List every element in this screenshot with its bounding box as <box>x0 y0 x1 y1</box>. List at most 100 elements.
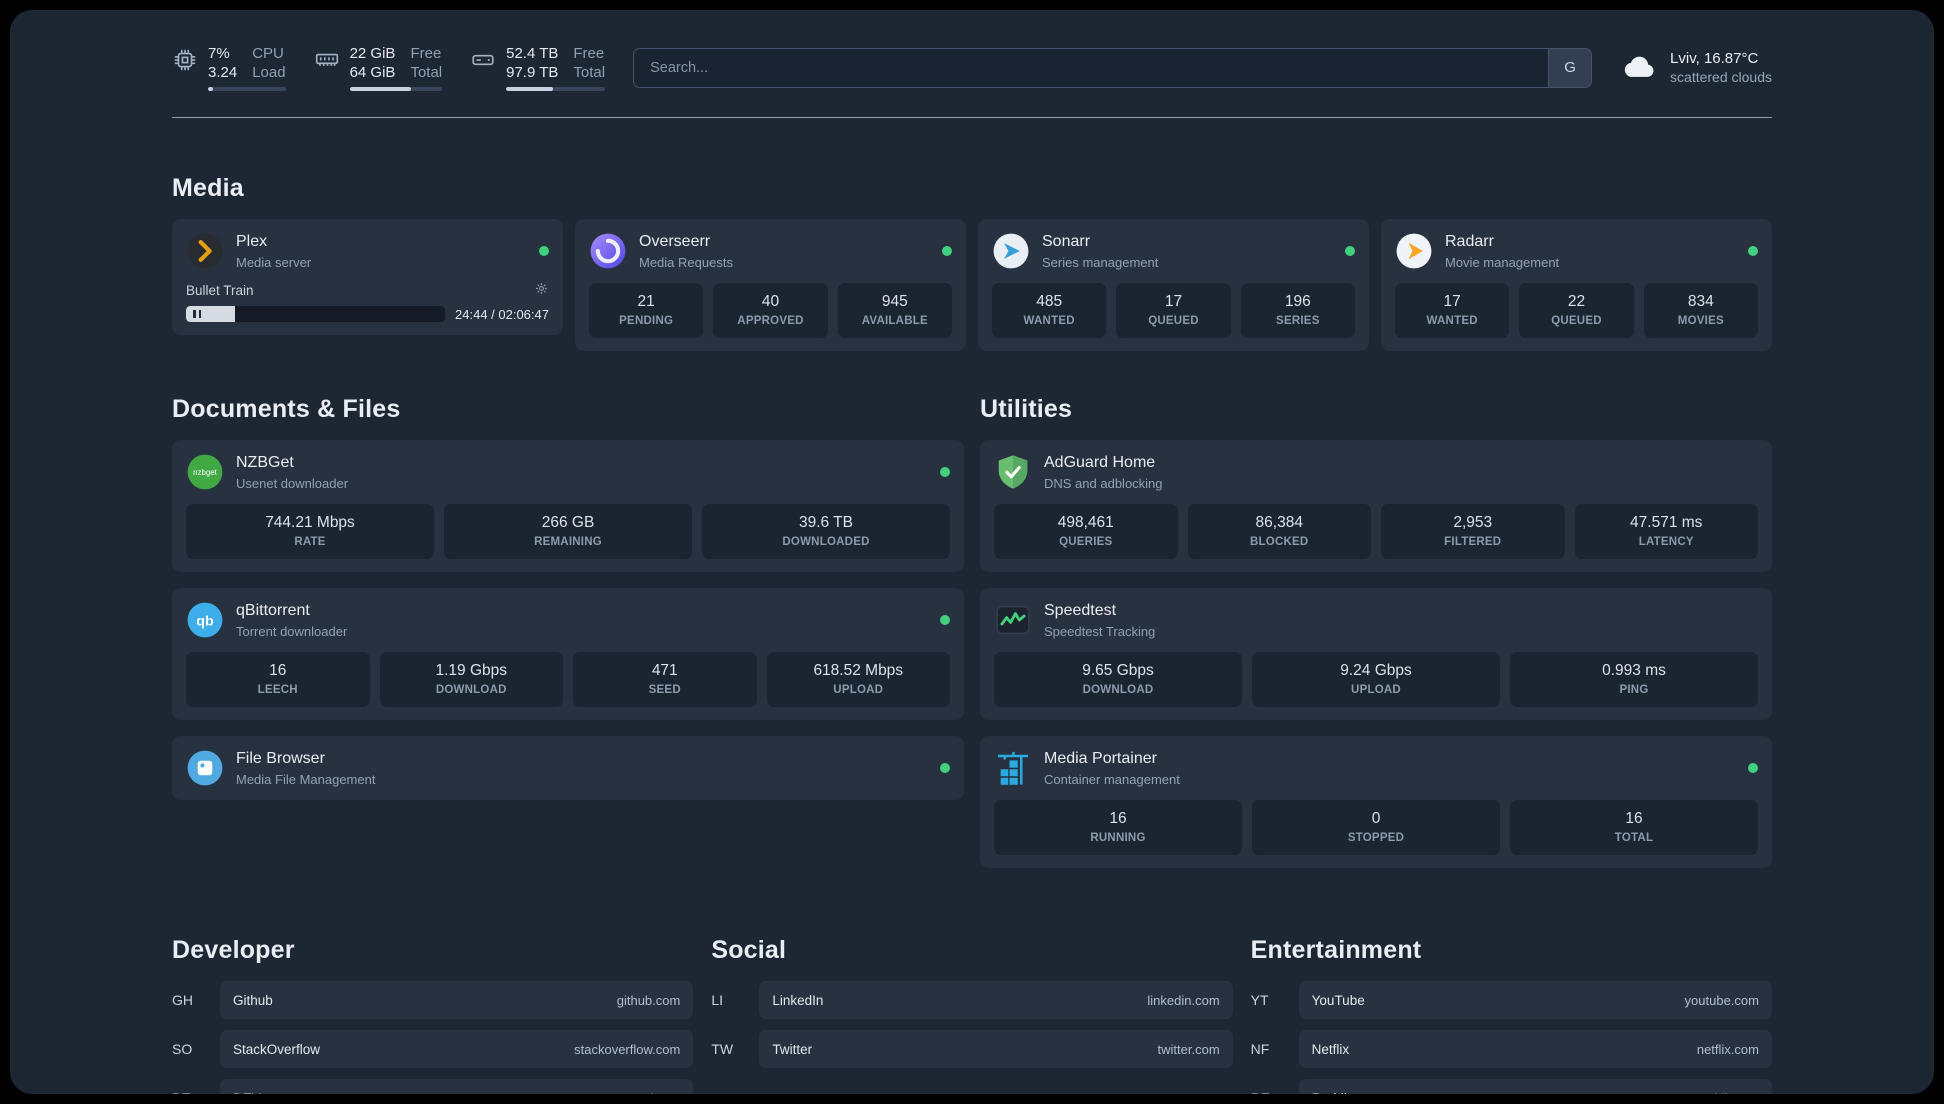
bookmark-netflix: NF Netflix netflix.com <box>1251 1030 1772 1068</box>
bookmark-link[interactable]: LinkedIn linkedin.com <box>759 981 1233 1019</box>
bookmark-stackoverflow: SO StackOverflow stackoverflow.com <box>172 1030 694 1068</box>
service-card-nzbget[interactable]: nzbget NZBGet Usenet downloader 744.21 M… <box>172 440 964 572</box>
bookmark-link[interactable]: DEV dev.to <box>220 1079 694 1094</box>
header-divider <box>172 117 1772 118</box>
stat-box: 40 APPROVED <box>713 283 828 338</box>
bookmark-link[interactable]: Github github.com <box>220 981 694 1019</box>
stat-box: 21 PENDING <box>589 283 704 338</box>
radarr-icon <box>1395 232 1433 270</box>
service-card-filebrowser[interactable]: File Browser Media File Management <box>172 736 964 800</box>
memory-total-label: Total <box>410 64 443 81</box>
memory-free-value: 22 GiB <box>349 45 396 62</box>
status-dot <box>940 763 950 773</box>
stat-value: 834 <box>1687 293 1714 310</box>
bookmark-link[interactable]: Reddit reddit.com <box>1298 1079 1772 1095</box>
stat-value: 16 <box>269 662 287 679</box>
search-box: G <box>633 47 1593 88</box>
service-title: Sonarr <box>1042 233 1091 251</box>
cpu-progress-bar <box>208 87 286 91</box>
stat-label: RUNNING <box>1090 832 1146 844</box>
stat-box: 9.24 Gbps UPLOAD <box>1252 652 1500 707</box>
stat-value: 618.52 Mbps <box>813 662 904 679</box>
stat-box: 0.993 ms PING <box>1510 652 1758 707</box>
service-subtitle: Speedtest Tracking <box>1044 623 1156 639</box>
stat-value: 9.24 Gbps <box>1340 662 1412 679</box>
stat-value: 17 <box>1164 293 1183 310</box>
service-card-plex[interactable]: Plex Media server Bullet Train 24:44 / 0… <box>172 219 563 335</box>
stat-value: 744.21 Mbps <box>265 514 355 531</box>
bookmark-youtube: YT YouTube youtube.com <box>1251 981 1772 1019</box>
bookmark-url: youtube.com <box>1684 992 1759 1008</box>
cpu-widget: 7% 3.24 CPU Load <box>172 44 286 91</box>
weather-location: Lviv, 16.87°C <box>1670 50 1759 67</box>
service-subtitle: Media File Management <box>236 771 376 787</box>
status-dot <box>940 467 950 477</box>
stat-label: QUEUED <box>1148 315 1199 327</box>
service-card-speedtest[interactable]: Speedtest Speedtest Tracking 9.65 Gbps D… <box>980 588 1772 720</box>
section-documents: Documents & Files nzbget NZBGet Usenet d… <box>172 395 964 800</box>
stat-box: 744.21 Mbps RATE <box>186 504 434 559</box>
gear-icon[interactable] <box>534 281 549 299</box>
bookmark-url: stackoverflow.com <box>574 1041 681 1057</box>
stat-box: 22 QUEUED <box>1519 283 1634 338</box>
playback-progress-bar[interactable] <box>186 306 446 322</box>
bookmark-link[interactable]: Netflix netflix.com <box>1298 1030 1772 1068</box>
stat-value: 22 <box>1567 293 1586 310</box>
bookmark-group-social: Social LI LinkedIn linkedin.com TW Twitt… <box>711 936 1233 1068</box>
pause-icon[interactable] <box>193 310 201 318</box>
stat-box: 196 SERIES <box>1240 283 1355 338</box>
disk-total-value: 97.9 TB <box>506 64 559 81</box>
bookmark-name: LinkedIn <box>772 992 824 1008</box>
qbittorrent-icon: qb <box>186 601 224 639</box>
playback-time: 24:44 / 02:06:47 <box>455 306 549 322</box>
bookmark-url: github.com <box>616 992 681 1008</box>
service-subtitle: Container management <box>1044 771 1180 787</box>
stat-value: 9.65 Gbps <box>1082 662 1154 679</box>
service-card-radarr[interactable]: Radarr Movie management 17 WANTED 22 QUE… <box>1381 219 1772 351</box>
stat-box: 485 WANTED <box>992 283 1107 338</box>
stat-label: REMAINING <box>534 536 602 548</box>
bookmark-name: Reddit <box>1312 1091 1351 1095</box>
stat-label: RATE <box>294 536 326 548</box>
stat-box: 2,953 FILTERED <box>1381 504 1565 559</box>
memory-widget: 22 GiB 64 GiB Free Total <box>314 44 443 91</box>
service-card-sonarr[interactable]: Sonarr Series management 485 WANTED 17 Q… <box>978 219 1369 351</box>
section-media: Media Plex Media server Bullet Train 24:… <box>172 174 1772 351</box>
bookmark-abbr: TW <box>711 1041 734 1057</box>
status-dot <box>539 246 549 256</box>
memory-icon <box>314 47 340 78</box>
disk-icon <box>470 47 496 78</box>
service-title: File Browser <box>236 750 325 768</box>
service-card-portainer[interactable]: Media Portainer Container management 16 … <box>980 736 1772 868</box>
stat-box: 266 GB REMAINING <box>444 504 692 559</box>
bookmark-group-entertainment: Entertainment YT YouTube youtube.com NF <box>1251 936 1772 1094</box>
stat-label: WANTED <box>1023 315 1075 327</box>
stat-value: 40 <box>761 293 780 310</box>
service-subtitle: DNS and adblocking <box>1044 475 1163 491</box>
bookmark-link[interactable]: YouTube youtube.com <box>1298 981 1772 1019</box>
service-card-qbittorrent[interactable]: qb qBittorrent Torrent downloader 16 LEE… <box>172 588 964 720</box>
bookmark-name: YouTube <box>1311 992 1365 1008</box>
service-card-overseerr[interactable]: Overseerr Media Requests 21 PENDING 40 A… <box>575 219 966 351</box>
status-dot <box>940 615 950 625</box>
stat-box: 16 LEECH <box>186 652 370 707</box>
bookmark-abbr: YT <box>1250 992 1269 1008</box>
stat-box: 618.52 Mbps UPLOAD <box>766 652 950 707</box>
service-card-adguard[interactable]: AdGuard Home DNS and adblocking 498,461 … <box>980 440 1772 572</box>
bookmark-name: Twitter <box>772 1041 813 1057</box>
bookmark-abbr: SO <box>172 1041 193 1057</box>
stat-value: 86,384 <box>1255 514 1303 531</box>
stat-box: 39.6 TB DOWNLOADED <box>702 504 950 559</box>
bookmark-url: twitter.com <box>1157 1041 1220 1057</box>
stat-value: 945 <box>881 293 908 310</box>
stat-box: 17 WANTED <box>1395 283 1510 338</box>
bookmark-link[interactable]: Twitter twitter.com <box>759 1030 1233 1068</box>
stat-label: AVAILABLE <box>861 315 928 327</box>
bookmark-link[interactable]: StackOverflow stackoverflow.com <box>220 1030 694 1068</box>
service-title: Plex <box>236 233 268 251</box>
bookmark-url: netflix.com <box>1696 1041 1759 1057</box>
stat-box: 47.571 ms LATENCY <box>1574 504 1758 559</box>
search-input[interactable] <box>633 47 1593 88</box>
search-engine-button[interactable]: G <box>1548 48 1592 87</box>
svg-text:nzbget: nzbget <box>193 468 218 477</box>
